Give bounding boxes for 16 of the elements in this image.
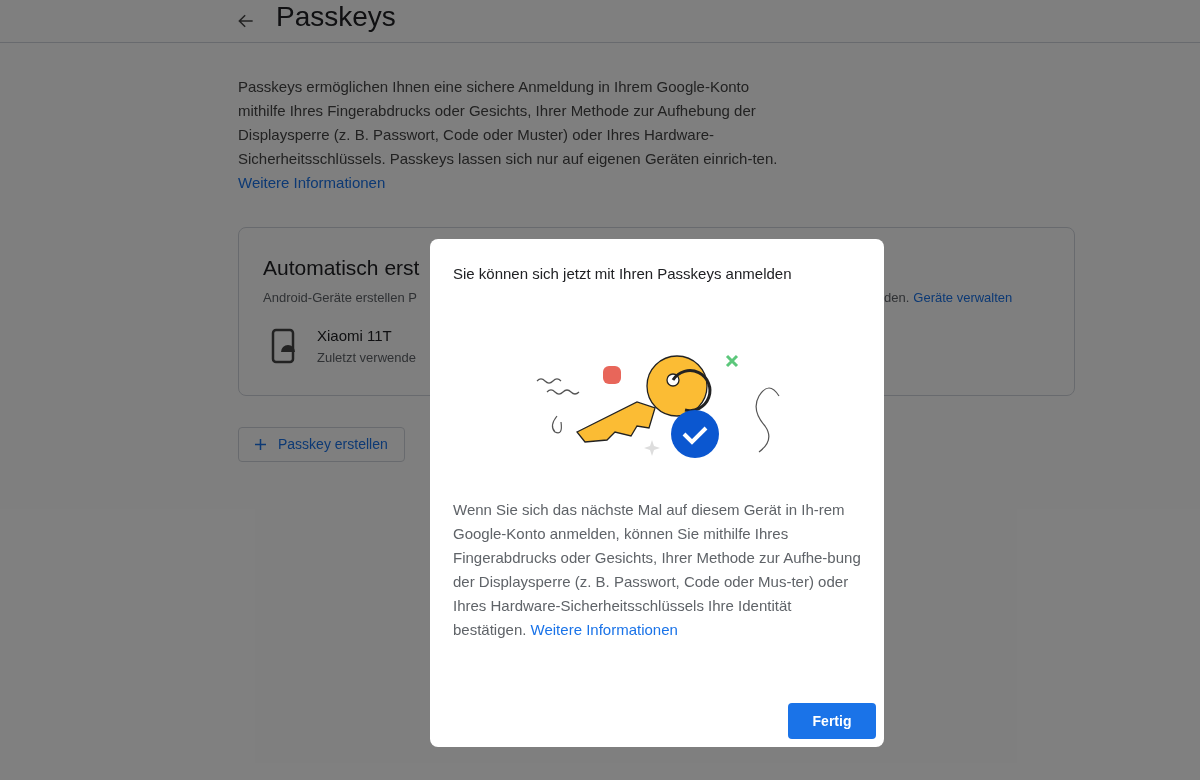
intro-paragraph: Passkeys ermöglichen Ihnen eine sichere Anmeldung in Ihrem Google-Konto mithilfe Ihres Fingerabdrucks oder Gesichts, Ihrer Methode zur Aufhebung der Displaysperre (z. B. Passwort, Code oder Muster) oder Ihres Hardware-Sicherheitsschlüssels. Passkeys lassen sich nur auf eigenen Geräten einrich-ten. Weitere Informationen: [238, 77, 779, 193]
device-name: Xiaomi 11T: [317, 326, 393, 346]
manage-devices-link[interactable]: Geräte verwalten: [913, 288, 1013, 316]
more-info-link[interactable]: Weitere Informationen: [530, 620, 678, 638]
card-subtitle: den.: [884, 289, 910, 307]
page-title: Passkeys: [276, 3, 396, 34]
device-last-used: Zuletzt verwende: [317, 348, 416, 367]
plus-icon: [255, 439, 266, 450]
more-info-link[interactable]: Weitere Informationen: [238, 174, 386, 191]
android-phone-icon: [271, 328, 297, 364]
card-title: Automatisch erst: [263, 255, 421, 281]
create-passkey-button[interactable]: Passkey erstellen: [238, 427, 405, 462]
done-button[interactable]: Fertig: [788, 703, 876, 739]
dialog-title: Sie können sich jetzt mit Ihren Passkeys anmelden: [453, 264, 793, 284]
card-subtitle: Android-Geräte erstellen P: [263, 289, 418, 307]
dialog-body: Wenn Sie sich das nächste Mal auf diesem Gerät in Ih-rem Google-Konto anmelden, können Sie mithilfe Ihres Fingerabdrucks oder Gesichts, Ihrer Methode zur Aufhe-bung der Displaysperre (z. B. Passwort, Code oder Mus-ter) oder Ihres Hardware-Sicherheitsschlüssels Ihre Identität bestätigen. Weitere Informationen: [453, 499, 861, 640]
